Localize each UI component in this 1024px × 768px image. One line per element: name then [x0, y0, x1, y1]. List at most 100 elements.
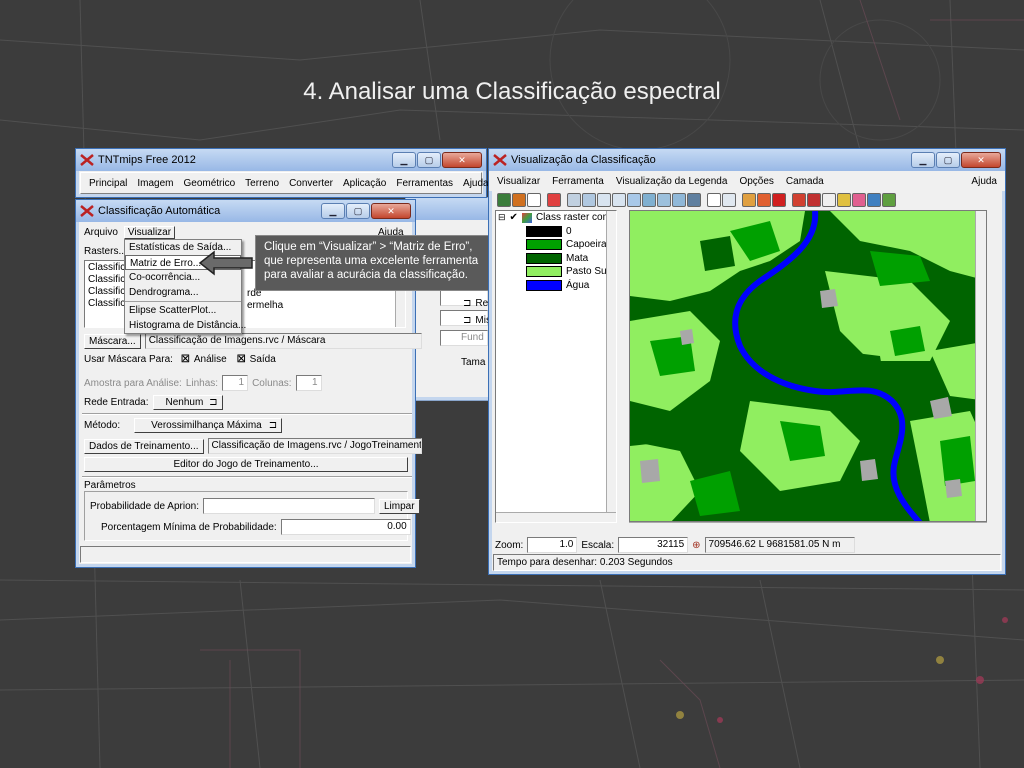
legend-panel: ⊟ ✔ Class raster com 0 Capoeira Mata Pasto … [495, 210, 617, 523]
mascara-field[interactable]: Classificação de Imagens.rvc / Máscara [144, 333, 422, 349]
min-prob-field[interactable]: 0.00 [280, 519, 411, 535]
dados-treinamento-button[interactable]: Dados de Treinamento... [84, 438, 204, 454]
menu-aplicacao[interactable]: Aplicação [343, 178, 386, 189]
zoom-field[interactable]: 1.0 [527, 537, 578, 553]
legend-label: Capoeira [566, 239, 607, 251]
menu-item-elipse[interactable]: Elipse ScatterPlot... [125, 303, 241, 318]
raster-tail-vermelha: ermelha [247, 300, 284, 311]
linhas-field[interactable]: 1 [222, 375, 249, 391]
legend-entry[interactable]: Água [526, 279, 616, 293]
escala-field[interactable]: 32115 [618, 537, 689, 553]
stop-icon[interactable] [772, 193, 786, 207]
behind-label-fund: Fund [461, 332, 484, 343]
add-layer-icon[interactable] [547, 193, 561, 207]
menu-item-dendrograma[interactable]: Dendrograma... [125, 285, 241, 300]
minimize-button[interactable]: ▁ [911, 152, 935, 168]
legend-entry[interactable]: Mata [526, 252, 616, 266]
menu-arquivo[interactable]: Arquivo [84, 227, 118, 238]
parametros-group: Probabilidade de Aprion: Limpar Porcenta… [84, 491, 420, 541]
menu-opcoes[interactable]: Opções [739, 176, 773, 187]
redraw-icon[interactable] [497, 193, 511, 207]
close-button[interactable]: ✕ [371, 203, 411, 219]
zoom-box-icon[interactable] [582, 193, 596, 207]
back-icon[interactable] [742, 193, 756, 207]
layer-visible-checkbox[interactable]: ✔ [510, 212, 518, 223]
map-hscroll[interactable] [629, 522, 987, 533]
legend-hscroll[interactable] [496, 512, 616, 522]
legend-label: 0 [566, 225, 572, 237]
forward-icon[interactable] [757, 193, 771, 207]
menu-converter[interactable]: Converter [289, 178, 333, 189]
menu-ajuda[interactable]: Ajuda [971, 176, 997, 187]
zoom-in-icon[interactable] [597, 193, 611, 207]
zoom-layer-icon[interactable] [642, 193, 656, 207]
rede-entrada-dropdown[interactable]: Nenhum ⊐ [152, 395, 223, 410]
bare-soil-patch [640, 459, 660, 483]
measure-icon[interactable] [722, 193, 736, 207]
analise-checkbox[interactable]: ☒ [181, 354, 190, 365]
classification-map-canvas [630, 211, 986, 521]
menu-geometrico[interactable]: Geométrico [183, 178, 235, 189]
menu-item-histograma[interactable]: Histograma de Distância... [125, 318, 246, 333]
target-icon[interactable] [807, 193, 821, 207]
zoom-home-icon[interactable] [672, 193, 686, 207]
zoom-selected-icon[interactable] [657, 193, 671, 207]
map-vscroll[interactable] [975, 211, 986, 521]
maximize-button[interactable]: ▢ [346, 203, 370, 219]
select-icon[interactable] [527, 193, 541, 207]
info-icon[interactable] [707, 193, 721, 207]
tntmips-titlebar[interactable]: TNTmips Free 2012 ▁ ▢ ✕ [76, 149, 486, 171]
refresh-icon[interactable] [512, 193, 526, 207]
limpar-button[interactable]: Limpar [378, 498, 420, 514]
layers-icon[interactable] [867, 193, 881, 207]
bare-soil-patch [945, 479, 962, 498]
menu-visualizacao-legenda[interactable]: Visualização da Legenda [616, 176, 728, 187]
capoeira-patch [890, 326, 925, 356]
collapse-icon[interactable]: ⊟ [498, 212, 506, 223]
legend-vscroll[interactable] [606, 211, 616, 522]
menu-visualizar[interactable]: Visualizar [497, 176, 540, 187]
editor-jogo-treinamento-button[interactable]: Editor do Jogo de Treinamento... [84, 457, 408, 472]
probabilidade-field[interactable] [202, 498, 375, 514]
search-icon[interactable] [792, 193, 806, 207]
minimize-button[interactable]: ▁ [321, 203, 345, 219]
menu-ajuda[interactable]: Ajuda [463, 178, 489, 189]
menu-principal[interactable]: Principal [89, 178, 127, 189]
pan-icon[interactable] [567, 193, 581, 207]
zoom-out-icon[interactable] [612, 193, 626, 207]
slide-title: 4. Analisar uma Classificação espectral [303, 78, 721, 105]
pointer-icon[interactable] [822, 193, 836, 207]
maximize-button[interactable]: ▢ [417, 152, 441, 168]
menu-visualizar[interactable]: Visualizar [123, 226, 176, 239]
menu-imagem[interactable]: Imagem [137, 178, 173, 189]
close-button[interactable]: ✕ [442, 152, 482, 168]
mascara-button[interactable]: Máscara... [84, 333, 141, 349]
legend-entry[interactable]: Capoeira [526, 238, 616, 252]
classification-map[interactable] [629, 210, 987, 522]
legend-entry[interactable]: 0 [526, 225, 616, 239]
maximize-button[interactable]: ▢ [936, 152, 960, 168]
raster-layer-icon [521, 212, 532, 223]
legend-icon[interactable] [882, 193, 896, 207]
graph-icon[interactable] [837, 193, 851, 207]
legend-entry[interactable]: Pasto Sujo [526, 265, 616, 279]
palette-icon[interactable] [852, 193, 866, 207]
metodo-dropdown[interactable]: Verossimilhança Máxima ⊐ [134, 418, 283, 433]
minimize-button[interactable]: ▁ [392, 152, 416, 168]
toolbar [497, 192, 896, 208]
dropdown-icon: ⊐ [268, 420, 278, 431]
zoom-full-icon[interactable] [627, 193, 641, 207]
colunas-field[interactable]: 1 [295, 375, 322, 391]
gps-icon[interactable]: ⊕ [692, 540, 700, 551]
parametros-title: Parâmetros [84, 480, 136, 491]
snapshot-icon[interactable] [687, 193, 701, 207]
visualizacao-titlebar[interactable]: Visualização da Classificação ▁ ▢ ✕ [489, 149, 1005, 171]
saida-checkbox[interactable]: ☒ [237, 354, 246, 365]
classificacao-titlebar[interactable]: Classificação Automática ▁ ▢ ✕ [76, 200, 415, 222]
close-button[interactable]: ✕ [961, 152, 1001, 168]
menu-ferramentas[interactable]: Ferramentas [396, 178, 453, 189]
menu-terreno[interactable]: Terreno [245, 178, 279, 189]
dados-treinamento-field[interactable]: Classificação de Imagens.rvc / JogoTrein… [207, 438, 422, 454]
menu-camada[interactable]: Camada [786, 176, 824, 187]
menu-ferramenta[interactable]: Ferramenta [552, 176, 604, 187]
